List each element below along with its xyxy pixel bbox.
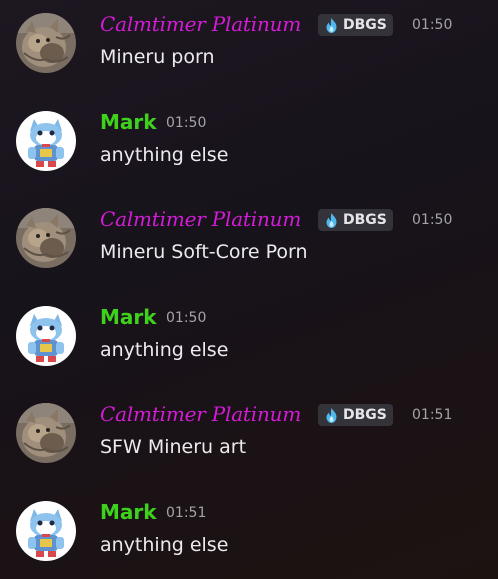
avatar-calmtimer[interactable] xyxy=(16,13,76,73)
chat-message: Calmtimer Platinum DBGS 01:50 Mineru por… xyxy=(0,0,498,90)
message-text: anything else xyxy=(100,534,229,556)
avatar-calmtimer[interactable] xyxy=(16,208,76,268)
server-tag-badge[interactable]: DBGS xyxy=(318,14,393,36)
server-tag-label: DBGS xyxy=(343,212,387,228)
server-tag-badge[interactable]: DBGS xyxy=(318,209,393,231)
message-text: Mineru Soft-Core Porn xyxy=(100,241,308,263)
cat-avatar-icon xyxy=(16,13,76,73)
chat-message: Mark 01:50 anything else xyxy=(0,98,498,188)
message-timestamp: 01:51 xyxy=(412,407,453,423)
flame-icon xyxy=(323,212,340,229)
chat-message: Calmtimer Platinum DBGS 01:51 SFW Mineru… xyxy=(0,390,498,480)
message-author[interactable]: Mark xyxy=(100,304,157,330)
avatar-mark[interactable] xyxy=(16,111,76,171)
message-text: Mineru porn xyxy=(100,46,215,68)
cat-avatar-icon xyxy=(16,208,76,268)
message-text: anything else xyxy=(100,144,229,166)
message-author[interactable]: Calmtimer Platinum xyxy=(100,206,301,232)
server-tag-label: DBGS xyxy=(343,17,387,33)
chat-message: Mark 01:50 anything else xyxy=(0,293,498,383)
server-tag-badge[interactable]: DBGS xyxy=(318,404,393,426)
robot-cat-avatar-icon xyxy=(16,306,76,366)
flame-icon xyxy=(323,17,340,34)
message-text: SFW Mineru art xyxy=(100,436,247,458)
message-author[interactable]: Mark xyxy=(100,109,157,135)
message-timestamp: 01:50 xyxy=(412,212,453,228)
message-timestamp: 01:50 xyxy=(412,17,453,33)
server-tag-label: DBGS xyxy=(343,407,387,423)
avatar-calmtimer[interactable] xyxy=(16,403,76,463)
avatar-mark[interactable] xyxy=(16,306,76,366)
chat-message: Mark 01:51 anything else xyxy=(0,488,498,578)
flame-icon xyxy=(323,407,340,424)
message-timestamp: 01:51 xyxy=(166,505,207,521)
robot-cat-avatar-icon xyxy=(16,111,76,171)
avatar-mark[interactable] xyxy=(16,501,76,561)
message-timestamp: 01:50 xyxy=(166,310,207,326)
message-author[interactable]: Calmtimer Platinum xyxy=(100,11,301,37)
chat-message-list: Calmtimer Platinum DBGS 01:50 Mineru por… xyxy=(0,0,498,579)
cat-avatar-icon xyxy=(16,403,76,463)
message-text: anything else xyxy=(100,339,229,361)
message-timestamp: 01:50 xyxy=(166,115,207,131)
chat-message: Calmtimer Platinum DBGS 01:50 Mineru Sof… xyxy=(0,195,498,285)
message-author[interactable]: Mark xyxy=(100,499,157,525)
robot-cat-avatar-icon xyxy=(16,501,76,561)
message-author[interactable]: Calmtimer Platinum xyxy=(100,401,301,427)
